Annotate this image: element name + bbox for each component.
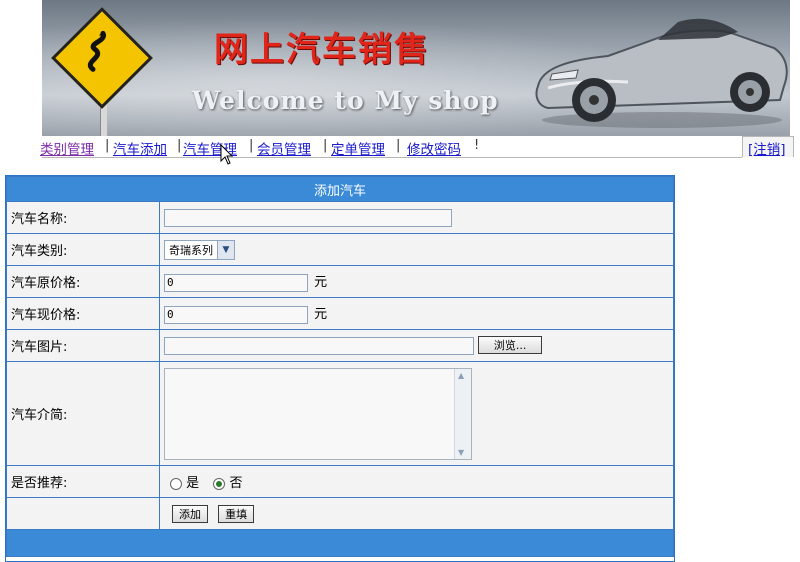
orig-price-input[interactable]: [164, 273, 308, 292]
add-button[interactable]: 添加: [172, 504, 208, 523]
cur-price-label: 汽车现价格:: [6, 297, 160, 330]
logout-link[interactable]: [注销]: [748, 138, 786, 158]
orig-price-label: 汽车原价格:: [6, 265, 160, 298]
actions-spacer: [6, 497, 160, 530]
nav-separator: |: [249, 138, 254, 153]
recommend-no-radio[interactable]: [213, 477, 226, 490]
curvy-road-sign-icon: [51, 7, 153, 136]
welcome-text: Welcome to My shop: [192, 86, 499, 115]
nav-order-manage[interactable]: 定单管理: [331, 138, 385, 158]
nav-category-manage[interactable]: 类别管理: [40, 138, 94, 158]
name-label: 汽车名称:: [6, 201, 160, 234]
form-footer: [6, 529, 674, 557]
form-header: 添加汽车: [6, 176, 674, 202]
recommend-label: 是否推荐:: [6, 465, 160, 498]
recommend-yes-radio[interactable]: [170, 477, 182, 490]
nav-separator: |: [177, 138, 182, 153]
orig-price-unit: 元: [314, 275, 328, 291]
image-label: 汽车图片:: [6, 329, 160, 362]
textarea-scrollbar[interactable]: ▲ ▼: [454, 368, 471, 459]
cur-price-unit: 元: [314, 307, 328, 323]
sports-car-image: [535, 18, 788, 128]
category-select[interactable]: 奇瑞系列 ▼: [164, 239, 235, 260]
recommend-no-label: 否: [229, 476, 243, 491]
chevron-down-icon: ▼: [217, 240, 234, 259]
category-selected-value: 奇瑞系列: [169, 243, 213, 257]
reset-button[interactable]: 重填: [218, 504, 255, 523]
recommend-yes-label: 是: [186, 476, 200, 491]
nav-member-manage[interactable]: 会员管理: [257, 138, 311, 158]
nav-car-add[interactable]: 汽车添加: [113, 138, 167, 158]
intro-label: 汽车介简:: [6, 361, 160, 466]
category-label: 汽车类别:: [6, 233, 160, 266]
add-car-form: 添加汽车 汽车名称: 汽车类别: 奇瑞系列 ▼ 汽车原价格: 元: [5, 175, 675, 562]
browse-button[interactable]: 浏览...: [478, 336, 543, 355]
nav-end-mark: !: [474, 138, 480, 153]
scroll-up-icon[interactable]: ▲: [458, 371, 464, 380]
nav-change-password[interactable]: 修改密码: [407, 138, 461, 158]
cur-price-input[interactable]: [164, 305, 308, 324]
site-title: 网上汽车销售: [214, 30, 430, 70]
image-path-input[interactable]: [164, 336, 474, 355]
scroll-down-icon[interactable]: ▼: [458, 448, 464, 457]
nav-separator: |: [105, 138, 110, 153]
nav-separator: |: [396, 138, 401, 153]
mouse-pointer-icon: [220, 144, 234, 165]
nav-separator: |: [323, 138, 328, 153]
site-banner: 网上汽车销售 Welcome to My shop: [42, 0, 790, 136]
car-name-input[interactable]: [164, 208, 452, 227]
intro-textarea[interactable]: ▲ ▼: [164, 367, 472, 460]
